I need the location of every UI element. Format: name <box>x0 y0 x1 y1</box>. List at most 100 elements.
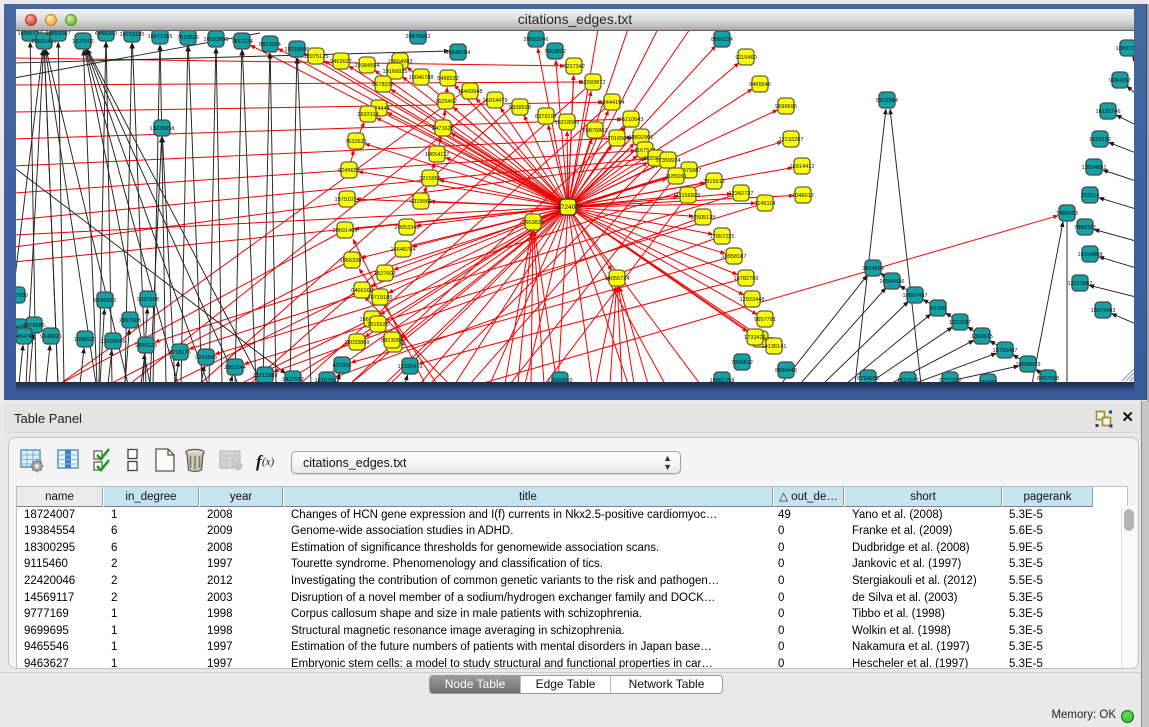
svg-text:252214: 252214 <box>1081 193 1100 199</box>
svg-text:2718176: 2718176 <box>169 350 191 356</box>
svg-text:16033809: 16033809 <box>345 340 370 346</box>
svg-text:7515526: 7515526 <box>177 35 199 41</box>
svg-text:1527602: 1527602 <box>374 271 396 277</box>
svg-text:8813054: 8813054 <box>381 338 403 344</box>
svg-text:13524851: 13524851 <box>1082 165 1107 171</box>
svg-text:20053346: 20053346 <box>395 225 420 231</box>
svg-text:8471626: 8471626 <box>432 126 454 132</box>
svg-text:10958187: 10958187 <box>722 254 747 260</box>
svg-text:2933114: 2933114 <box>357 112 378 118</box>
svg-text:8186323: 8186323 <box>94 298 116 304</box>
svg-text:12342737: 12342737 <box>729 191 754 197</box>
svg-text:10719185: 10719185 <box>120 32 145 38</box>
svg-text:5938928: 5938928 <box>509 105 531 111</box>
svg-text:10653287: 10653287 <box>46 31 71 37</box>
svg-text:18807249: 18807249 <box>1116 46 1134 52</box>
svg-text:16033809: 16033809 <box>204 37 229 43</box>
svg-text:9146821: 9146821 <box>40 334 62 340</box>
svg-text:3915912: 3915912 <box>703 179 725 185</box>
svg-text:9242848: 9242848 <box>195 355 217 361</box>
svg-text:7857224: 7857224 <box>231 39 253 45</box>
svg-text:10653287: 10653287 <box>340 258 365 264</box>
svg-text:9084067: 9084067 <box>1109 78 1131 84</box>
svg-text:6466160: 6466160 <box>351 288 373 294</box>
svg-text:13692901: 13692901 <box>629 135 654 141</box>
svg-text:9245652: 9245652 <box>338 168 360 174</box>
svg-text:16914479: 16914479 <box>483 98 508 104</box>
svg-text:8678335: 8678335 <box>372 82 394 88</box>
svg-text:1615132: 1615132 <box>1089 137 1111 143</box>
svg-text:10719185: 10719185 <box>368 295 393 301</box>
svg-text:12975125: 12975125 <box>304 54 329 60</box>
svg-text:7986322: 7986322 <box>1074 225 1096 231</box>
svg-text:14055724: 14055724 <box>605 276 630 282</box>
svg-text:16782759: 16782759 <box>734 276 759 282</box>
svg-text:20364436: 20364436 <box>880 279 905 285</box>
svg-text:20876862: 20876862 <box>406 34 431 40</box>
svg-text:7625402: 7625402 <box>435 99 457 105</box>
svg-text:10688609: 10688609 <box>1016 362 1041 368</box>
svg-text:11156829: 11156829 <box>676 193 700 199</box>
svg-text:16120746: 16120746 <box>1096 109 1121 115</box>
svg-text:19218506: 19218506 <box>285 47 310 53</box>
svg-text:1322037: 1322037 <box>949 320 971 326</box>
svg-text:2867608: 2867608 <box>119 318 141 324</box>
svg-text:7485063: 7485063 <box>1056 211 1078 217</box>
svg-text:16648784: 16648784 <box>391 247 416 253</box>
svg-text:1362615: 1362615 <box>971 334 993 340</box>
svg-text:9465546: 9465546 <box>749 82 771 88</box>
svg-text:16648784: 16648784 <box>446 50 471 56</box>
svg-text:12093872: 12093872 <box>581 80 606 86</box>
svg-text:17957225: 17957225 <box>710 234 735 240</box>
svg-text:12213389: 12213389 <box>253 373 278 379</box>
svg-text:(x): (x) <box>262 456 275 468</box>
svg-text:14136141: 14136141 <box>762 344 787 350</box>
svg-text:9699695: 9699695 <box>775 104 797 110</box>
svg-text:19166825: 19166825 <box>383 69 408 75</box>
svg-text:62160: 62160 <box>930 306 946 312</box>
svg-text:9327509: 9327509 <box>16 293 28 299</box>
svg-text:1733426: 1733426 <box>744 335 766 341</box>
svg-text:8813054: 8813054 <box>259 42 281 48</box>
svg-text:7515526: 7515526 <box>367 322 389 328</box>
svg-text:7955812: 7955812 <box>731 360 753 366</box>
svg-text:417006: 417006 <box>333 363 352 369</box>
svg-text:10046788: 10046788 <box>409 75 434 81</box>
svg-text:7632621: 7632621 <box>345 139 367 145</box>
svg-text:2803144: 2803144 <box>224 365 246 371</box>
svg-text:20876862: 20876862 <box>583 128 608 134</box>
svg-text:16154808: 16154808 <box>1078 252 1103 258</box>
svg-text:12133267: 12133267 <box>779 137 804 143</box>
svg-text:5498222: 5498222 <box>437 76 459 82</box>
svg-text:9463627: 9463627 <box>330 59 352 65</box>
svg-text:8660124: 8660124 <box>711 37 733 43</box>
svg-text:13325419: 13325419 <box>398 364 423 370</box>
svg-text:20053346: 20053346 <box>524 37 549 43</box>
svg-text:9327508: 9327508 <box>137 297 159 303</box>
svg-text:1046012: 1046012 <box>792 193 814 199</box>
svg-text:18724007: 18724007 <box>554 204 583 211</box>
svg-text:10807487: 10807487 <box>903 293 928 299</box>
svg-text:8990448: 8990448 <box>775 368 797 374</box>
svg-text:3824554: 3824554 <box>862 266 884 272</box>
svg-text:9115460: 9115460 <box>735 55 756 61</box>
svg-text:16671355: 16671355 <box>148 34 173 40</box>
svg-text:1588520: 1588520 <box>74 337 96 343</box>
svg-text:16409948: 16409948 <box>458 89 483 95</box>
svg-text:5912954: 5912954 <box>876 98 898 104</box>
svg-text:9329966: 9329966 <box>410 199 432 205</box>
svg-text:16914412: 16914412 <box>790 164 815 170</box>
svg-text:17016504: 17016504 <box>605 136 630 142</box>
svg-text:9896123: 9896123 <box>135 343 157 349</box>
svg-text:12505135: 12505135 <box>691 215 716 221</box>
svg-text:12923448: 12923448 <box>740 297 765 303</box>
svg-text:6466160: 6466160 <box>95 31 117 37</box>
svg-text:10973493: 10973493 <box>1091 308 1116 314</box>
svg-text:1527602: 1527602 <box>72 39 94 45</box>
svg-text:3215955: 3215955 <box>419 176 441 182</box>
svg-text:16210643: 16210643 <box>619 117 644 123</box>
svg-text:10654112: 10654112 <box>425 152 449 158</box>
svg-text:13226058: 13226058 <box>150 126 175 132</box>
svg-text:12444154: 12444154 <box>600 100 625 106</box>
svg-text:22420046: 22420046 <box>101 339 126 345</box>
